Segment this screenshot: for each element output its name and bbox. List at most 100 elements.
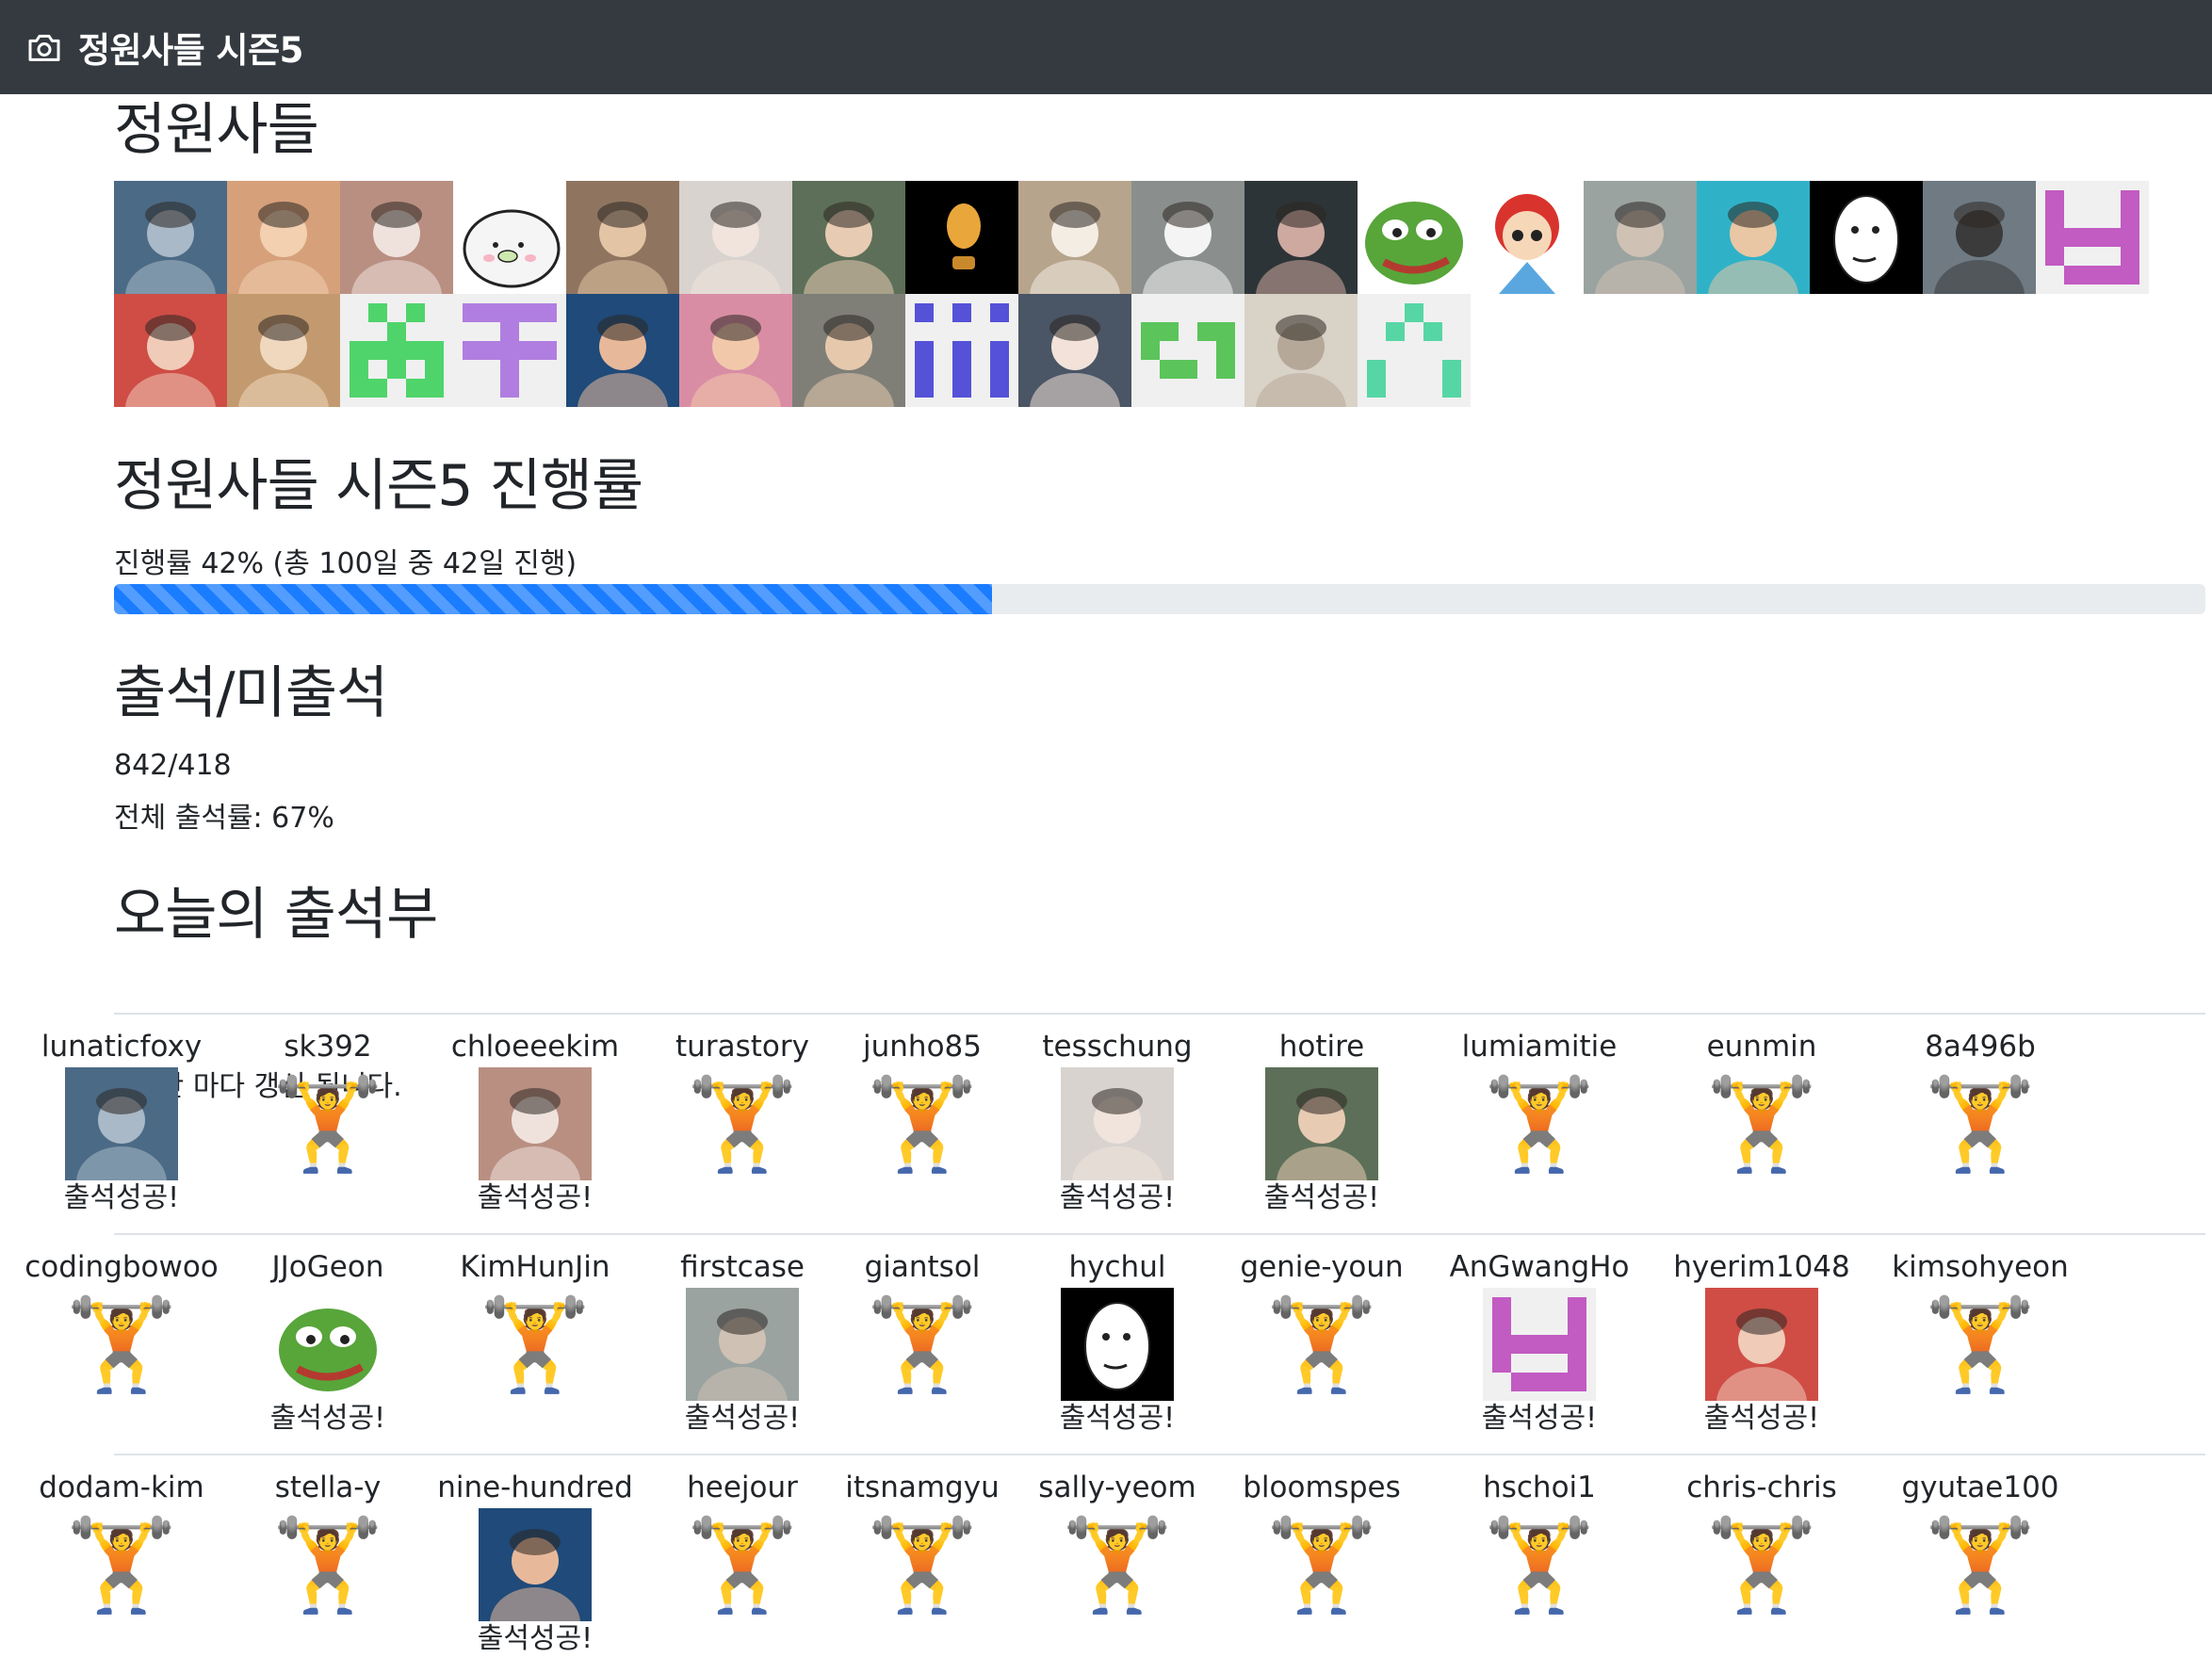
member-avatar[interactable] [679, 181, 792, 294]
member-avatar[interactable] [1244, 294, 1358, 407]
member-avatar[interactable] [1358, 181, 1471, 294]
member-avatar[interactable] [1471, 181, 1584, 294]
weight-lifter-icon: 🏋 [1924, 1071, 2037, 1177]
member-avatar[interactable] [1584, 181, 1697, 294]
member-avatar[interactable] [1358, 294, 1471, 407]
attendee-name: codingbowoo [24, 1250, 219, 1284]
attendance-cell: junho85 🏋 [819, 1015, 1026, 1235]
weight-lifter-icon: 🏋 [1061, 1512, 1174, 1617]
attendee-avatar [686, 1288, 799, 1401]
attendance-cell: hychul 출석성공! [1014, 1235, 1221, 1455]
attendee-name: tesschung [1042, 1030, 1193, 1064]
weight-lifter-icon: 🏋 [686, 1071, 799, 1177]
progress-section: 정원사들 시즌5 진행률 진행률 42% (총 100일 중 42일 진행) [114, 452, 2205, 614]
weight-lifter-icon: 🏋 [866, 1292, 979, 1397]
weight-lifter-icon: 🏋 [1924, 1512, 2037, 1617]
attendance-cell: sally-yeom 🏋 [1014, 1455, 1221, 1658]
member-avatar[interactable] [566, 294, 679, 407]
attendee-avatar [271, 1288, 384, 1401]
member-avatar[interactable] [1810, 181, 1923, 294]
attendance-cell: hyerim1048 출석성공! [1658, 1235, 1865, 1455]
progress-text: 진행률 42% (총 100일 중 42일 진행) [114, 547, 577, 580]
member-avatar[interactable] [453, 181, 566, 294]
weight-lifter-icon: 🏋 [65, 1292, 178, 1397]
attendance-cell: chris-chris 🏋 [1658, 1455, 1865, 1658]
member-avatar[interactable] [1697, 181, 1810, 294]
member-avatar[interactable] [792, 294, 905, 407]
attendance-success-label: 출석성공! [269, 1402, 386, 1435]
attendance-cell: genie-youn 🏋 [1218, 1235, 1425, 1455]
weight-lifter-icon: 🏋 [866, 1512, 979, 1617]
member-avatar[interactable] [453, 294, 566, 407]
attendee-name: gyutae100 [1901, 1471, 2059, 1504]
attendee-name: dodam-kim [39, 1471, 204, 1504]
member-avatar[interactable] [227, 294, 340, 407]
progress-heading: 정원사들 시즌5 진행률 [114, 453, 643, 519]
attendee-name: junho85 [863, 1030, 982, 1064]
attendance-cell: lunaticfoxy 출석성공! [18, 1015, 225, 1235]
attendance-cell: bloomspes 🏋 [1218, 1455, 1425, 1658]
attendee-name: sk392 [284, 1030, 372, 1064]
member-avatar[interactable] [905, 181, 1018, 294]
attendee-name: KimHunJin [460, 1250, 610, 1284]
attendance-cell: 8a496b 🏋 [1877, 1015, 2084, 1235]
attendance-success-label: 출석성공! [1263, 1181, 1380, 1214]
weight-lifter-icon: 🏋 [686, 1512, 799, 1617]
member-avatar[interactable] [114, 181, 227, 294]
attendee-name: 8a496b [1925, 1030, 2036, 1064]
attendance-success-label: 출석성공! [477, 1622, 594, 1655]
members-heading: 정원사들 [114, 97, 319, 163]
weight-lifter-icon: 🏋 [1265, 1292, 1378, 1397]
attendee-name: hyerim1048 [1673, 1250, 1850, 1284]
member-avatar[interactable] [792, 181, 905, 294]
weight-lifter-icon: 🏋 [1924, 1292, 2037, 1397]
member-avatar[interactable] [1131, 294, 1244, 407]
attendance-cell: giantsol 🏋 [819, 1235, 1026, 1455]
member-avatar[interactable] [114, 294, 227, 407]
attendee-avatar [1265, 1067, 1378, 1180]
attendee-name: eunmin [1706, 1030, 1817, 1064]
member-avatar[interactable] [566, 181, 679, 294]
attendance-cell: lumiamitie 🏋 [1436, 1015, 1643, 1235]
attendee-name: kimsohyeon [1892, 1250, 2069, 1284]
weight-lifter-icon: 🏋 [271, 1512, 384, 1617]
member-avatar[interactable] [1018, 294, 1131, 407]
attendance-cell: codingbowoo 🏋 [18, 1235, 225, 1455]
attendance-rate: 전체 출석률: 67% [114, 802, 334, 835]
attendee-name: AnGwangHo [1449, 1250, 1630, 1284]
attendance-cell: nine-hundred 출석성공! [431, 1455, 639, 1658]
attendance-cell: tesschung 출석성공! [1014, 1015, 1221, 1235]
attendance-cell: chloeeekim 출석성공! [431, 1015, 639, 1235]
member-avatar[interactable] [1018, 181, 1131, 294]
attendee-name: hychul [1068, 1250, 1166, 1284]
member-avatar[interactable] [227, 181, 340, 294]
member-avatar[interactable] [905, 294, 1018, 407]
camera-icon [28, 34, 60, 61]
attendance-cell: itsnamgyu 🏋 [819, 1455, 1026, 1658]
member-avatar[interactable] [340, 294, 453, 407]
attendee-name: giantsol [864, 1250, 981, 1284]
attendee-avatar [1705, 1288, 1818, 1401]
member-avatar[interactable] [1244, 181, 1358, 294]
attendance-cell: hschoi1 🏋 [1436, 1455, 1643, 1658]
navbar-brand[interactable]: 정원사들 시즌5 [78, 22, 303, 73]
attendance-cell: kimsohyeon 🏋 [1877, 1235, 2084, 1455]
member-avatar[interactable] [2036, 181, 2149, 294]
member-avatar[interactable] [1923, 181, 2036, 294]
attendee-name: hschoi1 [1483, 1471, 1596, 1504]
member-avatar[interactable] [679, 294, 792, 407]
attendance-table: lunaticfoxy 출석성공! sk392 🏋 chloeeekim 출석성공! tur… [24, 1013, 2205, 1658]
today-section: 오늘의 출석부 [114, 881, 2205, 949]
attendance-cell: sk392 🏋 [224, 1015, 431, 1235]
member-avatar[interactable] [1131, 181, 1244, 294]
member-avatar[interactable] [340, 181, 453, 294]
attendance-success-label: 출석성공! [684, 1402, 801, 1435]
navbar: 정원사들 시즌5 [0, 0, 2212, 94]
attendance-success-label: 출석성공! [1481, 1402, 1598, 1435]
attendance-cell: stella-y 🏋 [224, 1455, 431, 1658]
attendance-success-label: 출석성공! [1059, 1181, 1176, 1214]
attendance-ratio: 842/418 [114, 749, 232, 782]
attendee-name: chris-chris [1686, 1471, 1837, 1504]
attendee-name: firstcase [680, 1250, 805, 1284]
attendee-name: sally-yeom [1038, 1471, 1196, 1504]
